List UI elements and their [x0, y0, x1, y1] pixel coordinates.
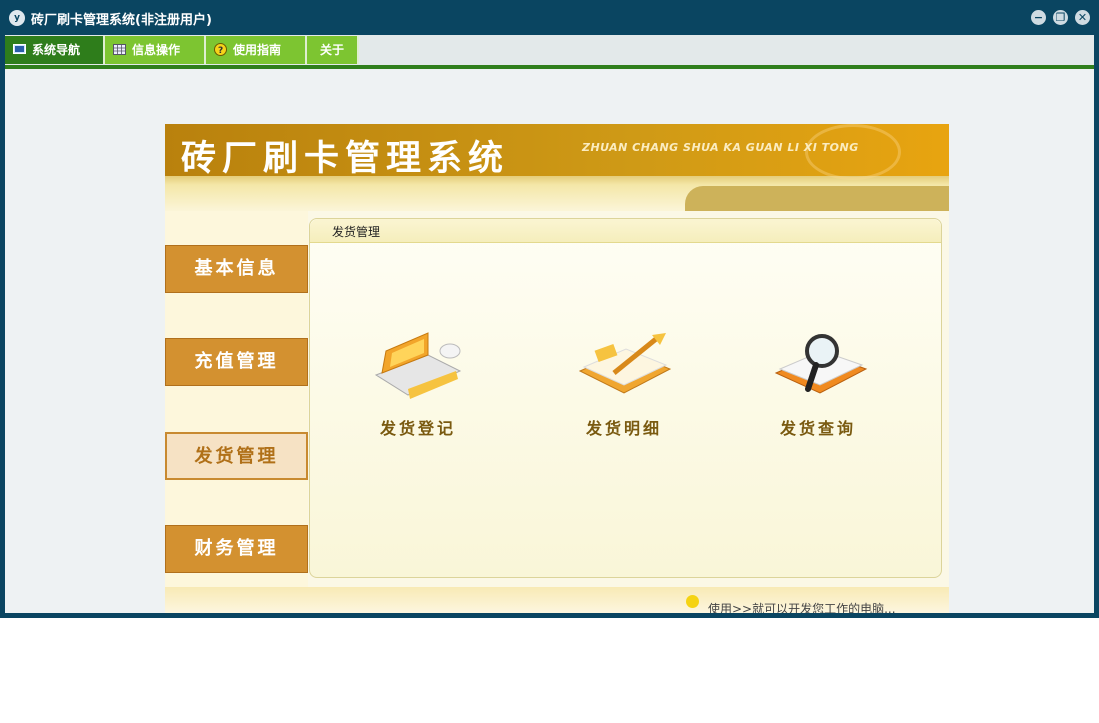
footer-text: 使用>>就可以开发您工作的电脑...: [708, 602, 896, 613]
menu-item-label: 系统导航: [32, 43, 81, 57]
tile-label: 发货登记: [379, 419, 456, 438]
main-panel: 砖厂刷卡管理系统 ZHUAN CHANG SHUA KA GUAN LI XI …: [165, 124, 949, 613]
tile-shipping-query[interactable]: 发货查询: [748, 329, 888, 449]
sidebar-item-finance[interactable]: 财务管理: [165, 525, 308, 573]
content-header: 发货管理: [310, 219, 941, 243]
bulb-icon: [686, 595, 699, 608]
content-title: 发货管理: [332, 225, 381, 239]
menu-bar: 系统导航 信息操作 ? 使用指南 关于: [5, 35, 1094, 65]
menu-item-label: 信息操作: [132, 43, 181, 57]
title-bar[interactable]: y 砖厂刷卡管理系统(非注册用户) − ❐ ✕: [0, 0, 1099, 35]
minimize-icon[interactable]: −: [1031, 10, 1046, 25]
menu-item-label: 使用指南: [233, 43, 282, 57]
svg-text:?: ?: [218, 46, 223, 56]
sidebar-item-basic-info[interactable]: 基本信息: [165, 245, 308, 293]
tile-label: 发货查询: [779, 419, 856, 438]
menu-item-info-ops[interactable]: 信息操作: [105, 36, 206, 64]
sidebar: 基本信息 充值管理 发货管理 财务管理: [165, 211, 308, 613]
magnifier-book-icon: [774, 334, 868, 394]
restore-icon[interactable]: ❐: [1053, 10, 1068, 25]
tile-label: 发货明细: [585, 419, 662, 438]
sidebar-item-recharge[interactable]: 充值管理: [165, 338, 308, 386]
tile-shipping-details[interactable]: 发货明细: [554, 329, 694, 449]
footer-bar: 使用>>就可以开发您工作的电脑...: [165, 587, 949, 613]
help-icon: ?: [214, 43, 227, 56]
notebook-pen-icon: [578, 333, 672, 394]
app-icon: y: [9, 10, 25, 26]
banner-subtitle: ZHUAN CHANG SHUA KA GUAN LI XI TONG: [582, 141, 859, 154]
banner-title: 砖厂刷卡管理系统: [181, 139, 510, 179]
grid-icon: [113, 44, 126, 55]
content-area: 发货管理 发货登记 发货明细 发货查询: [309, 218, 942, 578]
menu-item-system-nav[interactable]: 系统导航: [5, 36, 105, 64]
app-window: y 砖厂刷卡管理系统(非注册用户) − ❐ ✕ 系统导航 信息操作 ? 使用指南…: [0, 0, 1099, 618]
window-title: 砖厂刷卡管理系统(非注册用户): [31, 13, 212, 28]
monitor-icon: [13, 44, 26, 54]
menu-item-about[interactable]: 关于: [307, 36, 359, 64]
sidebar-item-shipping[interactable]: 发货管理: [165, 432, 308, 480]
tile-shipping-register[interactable]: 发货登记: [348, 329, 488, 449]
client-area: 系统导航 信息操作 ? 使用指南 关于 砖厂刷卡管理系统 ZHUAN CHANG…: [5, 35, 1094, 613]
laptop-icon: [374, 332, 462, 399]
banner-band: [685, 186, 949, 211]
menu-divider: [5, 65, 1094, 69]
header-banner: 砖厂刷卡管理系统 ZHUAN CHANG SHUA KA GUAN LI XI …: [165, 124, 949, 211]
close-icon[interactable]: ✕: [1075, 10, 1090, 25]
menu-item-label: 关于: [320, 43, 345, 57]
menu-item-user-guide[interactable]: ? 使用指南: [206, 36, 307, 64]
